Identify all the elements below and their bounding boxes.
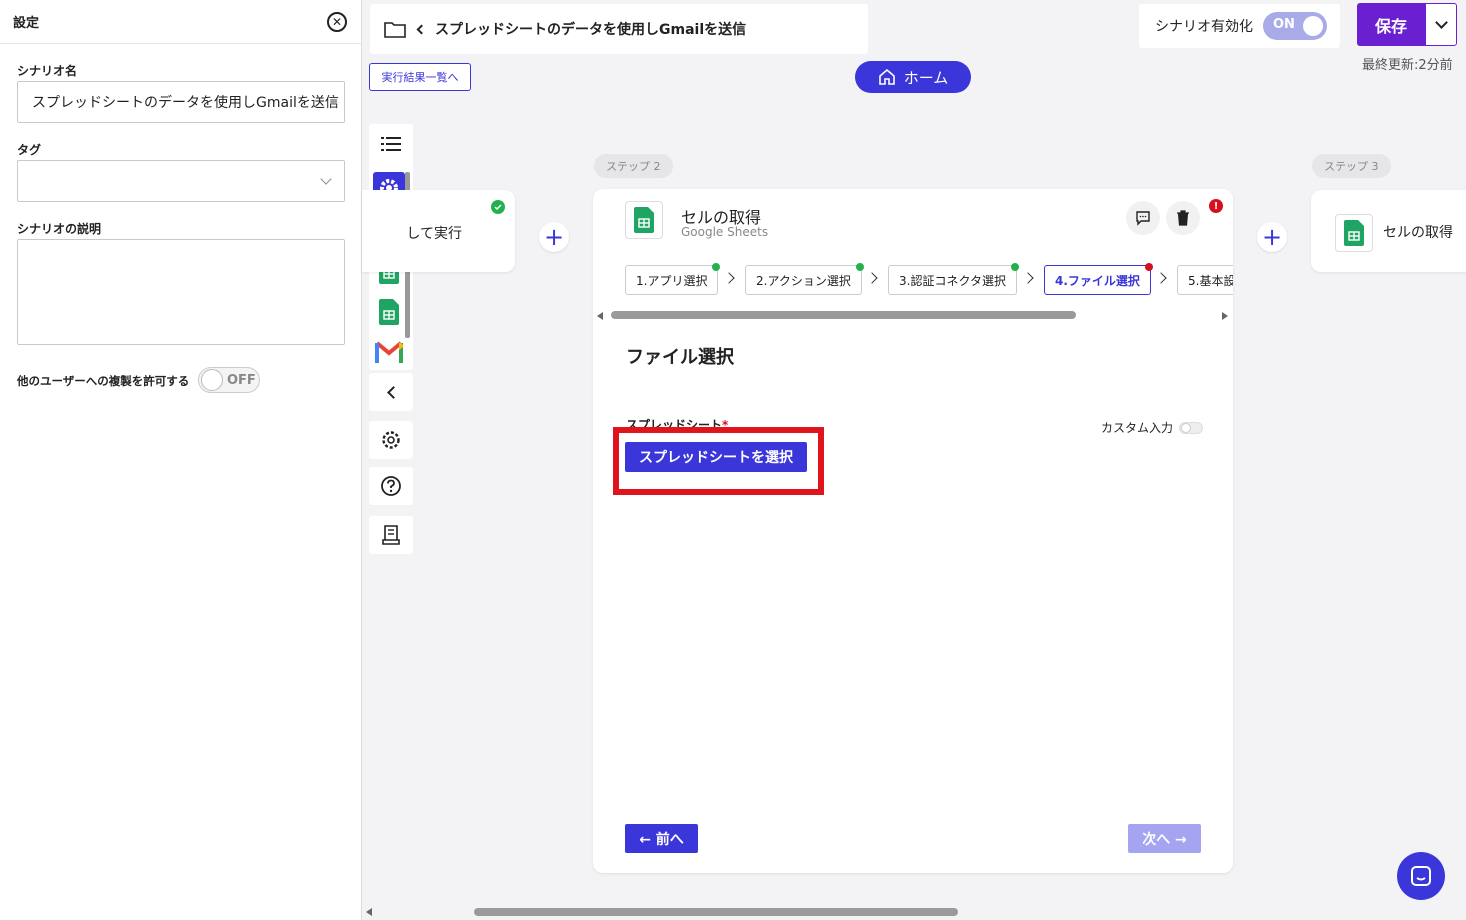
section-title: ファイル選択 xyxy=(626,347,734,368)
save-button[interactable]: 保存 xyxy=(1357,3,1425,46)
check-icon xyxy=(1010,263,1019,271)
allow-copy-toggle[interactable]: OFF xyxy=(198,367,260,393)
substep-scrollbar[interactable] xyxy=(611,311,1076,319)
sheets-icon[interactable] xyxy=(373,296,405,328)
substep-connector-select[interactable]: 3.認証コネクタ選択 xyxy=(888,263,1019,295)
home-icon xyxy=(878,68,895,85)
substep-label: 1.アプリ選択 xyxy=(636,273,708,288)
allow-copy-label: 他のユーザーへの複製を許可する xyxy=(17,374,190,388)
scenario-name-label: シナリオ名 xyxy=(17,64,78,78)
home-button[interactable]: ホーム xyxy=(855,61,971,93)
scenario-enable-box: シナリオ有効化 ON xyxy=(1139,4,1340,48)
trash-icon xyxy=(1177,210,1189,226)
chevron-left-icon xyxy=(386,385,400,399)
help-icon xyxy=(381,476,401,496)
settings-button[interactable] xyxy=(369,421,413,459)
scenario-enable-label: シナリオ有効化 xyxy=(1155,19,1253,35)
prev-button[interactable]: ← 前へ xyxy=(625,824,698,853)
save-dropdown-button[interactable] xyxy=(1425,3,1457,46)
breadcrumb-link[interactable]: スプレッドシートのデータを使用しGmailを送信 xyxy=(416,19,747,39)
substep-file-select[interactable]: 4.ファイル選択 xyxy=(1044,263,1153,295)
breadcrumb: スプレッドシートのデータを使用しGmailを送信 xyxy=(370,4,868,54)
comment-button[interactable] xyxy=(1126,201,1160,235)
scenario-enable-toggle-text: ON xyxy=(1273,17,1295,32)
close-icon[interactable]: ✕ xyxy=(327,11,347,32)
step-2-tag: ステップ 2 xyxy=(594,154,673,178)
list-icon[interactable] xyxy=(373,128,409,160)
custom-input-control: カスタム入力 xyxy=(1101,419,1204,436)
collapse-button[interactable] xyxy=(369,373,413,411)
allow-copy-toggle-text: OFF xyxy=(227,373,256,388)
settings-header: 設定 ✕ xyxy=(0,0,361,44)
add-step-button[interactable]: + xyxy=(1257,222,1287,252)
substep-action-select[interactable]: 2.アクション選択 xyxy=(745,263,864,295)
scroll-left-arrow[interactable] xyxy=(597,312,603,320)
settings-title: 設定 xyxy=(13,16,40,31)
step-1-title: して実行 xyxy=(406,226,462,242)
last-updated: 最終更新:2分前 xyxy=(1362,58,1453,73)
help-button[interactable] xyxy=(369,467,413,505)
step-1-card[interactable]: して実行 xyxy=(362,190,515,272)
chevron-left-icon xyxy=(416,24,427,34)
step-3-card[interactable]: セルの取得 xyxy=(1311,190,1466,272)
next-button[interactable]: 次へ → xyxy=(1128,824,1201,853)
gmail-icon[interactable] xyxy=(373,336,405,368)
tag-label: タグ xyxy=(17,143,42,157)
substep-label: 3.認証コネクタ選択 xyxy=(899,273,1006,288)
settings-panel: 設定 ✕ シナリオ名 スプレッドシートのデータを使用しGmailを送信 タグ シ… xyxy=(0,0,362,920)
step-3-tag: ステップ 3 xyxy=(1312,154,1391,178)
scenario-enable-toggle[interactable]: ON xyxy=(1263,12,1327,40)
substep-basic-settings-clip: 5.基本設 xyxy=(1177,265,1233,295)
breadcrumb-title: スプレッドシートのデータを使用しGmailを送信 xyxy=(435,22,747,38)
log-button[interactable] xyxy=(369,516,413,554)
gear-icon xyxy=(382,431,400,449)
step-3-title: セルの取得 xyxy=(1383,225,1453,241)
scenario-name-input[interactable]: スプレッドシートのデータを使用しGmailを送信 xyxy=(17,81,345,123)
error-icon: ! xyxy=(1209,199,1223,213)
description-textarea[interactable] xyxy=(17,239,345,345)
canvas-scrollbar[interactable] xyxy=(474,908,958,916)
comment-icon xyxy=(1136,211,1150,226)
add-step-button[interactable]: + xyxy=(539,222,569,252)
run-results-button[interactable]: 実行結果一覧へ xyxy=(369,63,471,91)
toggle-knob xyxy=(1303,16,1323,36)
check-icon xyxy=(855,263,864,271)
substep-basic-settings[interactable]: 5.基本設 xyxy=(1177,265,1233,295)
description-label: シナリオの説明 xyxy=(17,222,102,236)
delete-button[interactable] xyxy=(1166,201,1200,235)
substep-label: 4.ファイル選択 xyxy=(1055,273,1140,288)
chevron-down-icon xyxy=(320,173,332,185)
document-icon xyxy=(382,525,400,545)
toggle-knob xyxy=(201,369,223,391)
canvas-scroll-left-arrow[interactable] xyxy=(366,908,372,916)
toggle-knob xyxy=(1181,422,1192,433)
select-spreadsheet-button[interactable]: スプレッドシートを選択 xyxy=(625,442,807,472)
chat-button[interactable] xyxy=(1397,852,1445,900)
custom-input-toggle[interactable] xyxy=(1179,421,1204,434)
substep-app-select[interactable]: 1.アプリ選択 xyxy=(625,263,721,295)
error-icon xyxy=(1144,263,1153,271)
check-icon xyxy=(491,200,505,214)
folder-icon[interactable] xyxy=(384,20,406,38)
chat-icon xyxy=(1411,866,1431,886)
scroll-right-arrow[interactable] xyxy=(1222,312,1228,320)
custom-input-label: カスタム入力 xyxy=(1101,421,1174,435)
chevron-down-icon xyxy=(1434,16,1448,29)
tag-select[interactable] xyxy=(17,160,345,202)
substep-label: 5.基本設 xyxy=(1188,273,1233,288)
sheets-icon xyxy=(625,201,663,239)
sheets-icon xyxy=(1335,214,1373,252)
step-2-subtitle: Google Sheets xyxy=(681,225,769,239)
home-label: ホーム xyxy=(903,68,949,87)
substep-label: 2.アクション選択 xyxy=(756,273,851,288)
